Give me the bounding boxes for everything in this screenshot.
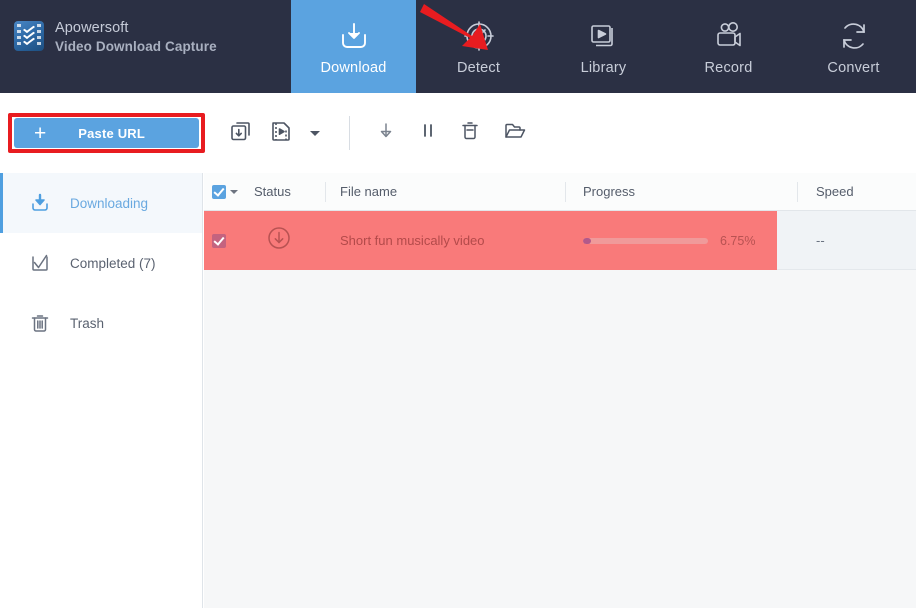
nav-tab-download[interactable]: Download [291,0,416,93]
checkbox-icon [212,233,226,248]
column-divider [565,182,566,202]
video-library-icon [585,18,623,54]
nav-label-record: Record [704,59,753,76]
brand-subtitle: Video Download Capture [55,39,217,55]
column-divider [325,182,326,202]
nav-label-detect: Detect [456,59,501,76]
progress-percent-label: 6.75% [720,233,756,248]
row-status [266,211,292,270]
nav-tab-detect[interactable]: Detect [416,0,541,93]
action-toolbar: + Paste URL [0,93,916,173]
sidebar-label-downloading: Downloading [70,195,149,211]
main-nav: Download Detect Library Record Convert [291,0,916,93]
download-list-panel: Status File name Progress Speed Short fu… [204,173,916,608]
brand-name: Apowersoft [55,20,129,36]
sidebar-item-completed[interactable]: Completed (7) [0,233,202,293]
plus-icon: + [34,121,47,145]
nav-label-library: Library [580,59,627,76]
chevron-down-icon [230,189,238,194]
paste-url-label: Paste URL [78,125,146,141]
download-tray-icon [335,18,373,54]
download-tray-icon [28,191,52,215]
row-progress: 6.75% [583,211,755,270]
radar-detect-icon [460,18,498,54]
toolbar-left-icons [228,113,322,153]
check-badge-icon [28,251,52,275]
column-header-speed[interactable]: Speed [816,184,854,199]
sidebar-label-completed: Completed (7) [70,255,156,271]
nav-tab-record[interactable]: Record [666,0,791,93]
column-divider [797,182,798,202]
brand-area: Apowersoft Video Download Capture [0,0,291,93]
video-camera-icon [710,18,748,54]
batch-download-icon[interactable] [228,118,254,149]
column-header-file-name[interactable]: File name [340,184,397,199]
checkbox-icon [212,184,226,199]
progress-bar [583,237,708,244]
sidebar-item-trash[interactable]: Trash [0,293,202,353]
start-download-icon[interactable] [375,118,397,149]
toolbar-right-icons [375,113,527,153]
row-file-name: Short fun musically video [340,233,485,248]
column-header-progress[interactable]: Progress [583,184,635,199]
sidebar: Downloading Completed (7) Trash [0,173,203,608]
select-all-checkbox[interactable] [212,184,238,199]
sidebar-label-trash: Trash [70,315,105,331]
chevron-down-icon[interactable] [308,130,322,136]
nav-tab-convert[interactable]: Convert [791,0,916,93]
progress-bar-fill [583,237,592,244]
film-chevron-logo-icon [14,21,44,51]
pause-icon[interactable] [419,118,437,149]
nav-tab-library[interactable]: Library [541,0,666,93]
top-header: Apowersoft Video Download Capture Downlo… [0,0,916,93]
media-file-icon[interactable] [268,118,294,149]
delete-trash-icon[interactable] [459,118,481,149]
sidebar-item-downloading[interactable]: Downloading [0,173,202,233]
nav-label-download: Download [320,59,387,76]
table-header-row: Status File name Progress Speed [204,173,916,211]
row-speed: -- [816,233,825,248]
paste-url-button[interactable]: + Paste URL [14,118,199,148]
column-header-status[interactable]: Status [254,184,291,199]
row-checkbox[interactable] [212,211,226,270]
open-folder-icon[interactable] [503,118,527,149]
toolbar-divider [349,116,350,150]
refresh-convert-icon [835,18,873,54]
table-row[interactable]: Short fun musically video 6.75% -- [204,211,916,270]
trash-icon [28,311,52,335]
downloading-circle-arrow-icon [266,225,292,256]
app-window: Apowersoft Video Download Capture Downlo… [0,0,916,608]
nav-label-convert: Convert [827,59,880,76]
